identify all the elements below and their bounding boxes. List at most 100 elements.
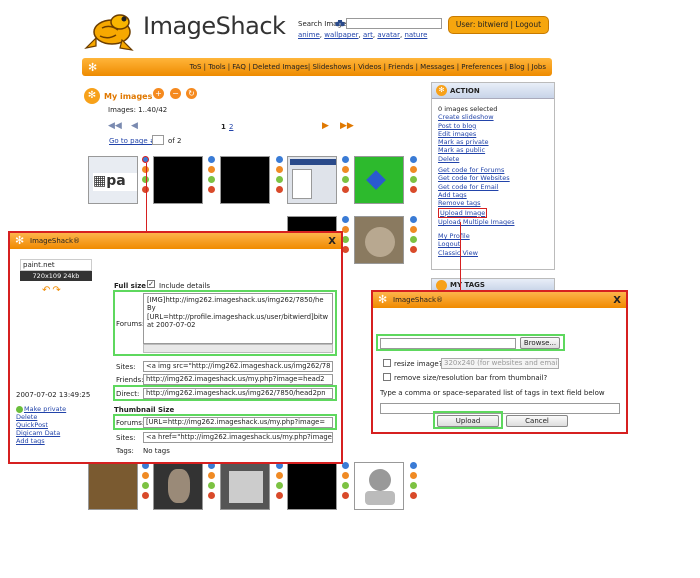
last-page-icon[interactable]: ▶▶ — [340, 121, 354, 131]
image-thumbnail[interactable] — [220, 462, 270, 510]
refresh-icon[interactable]: ↻ — [186, 88, 197, 99]
quickpost-link[interactable]: QuickPost — [16, 421, 66, 429]
file-path-input[interactable] — [380, 338, 516, 349]
make-private-link[interactable]: Make private — [24, 405, 66, 413]
next-page-icon[interactable]: ▶ — [322, 121, 329, 131]
remove-icon[interactable]: − — [170, 88, 181, 99]
rotate-icons[interactable]: ↶↷ — [42, 285, 63, 296]
preview-info: 720x109 24kb — [20, 271, 92, 281]
classic-view-link[interactable]: Classic View — [438, 249, 514, 257]
add-icon[interactable]: + — [153, 88, 164, 99]
user-logout-box[interactable]: User: bitwierd | Logout — [448, 16, 549, 34]
first-page-icon[interactable]: ◀◀ — [108, 121, 122, 131]
logout-link[interactable]: Logout — [438, 240, 514, 248]
dialog-title: ImageShack® — [30, 237, 80, 245]
action-edit-images[interactable]: Edit images — [438, 130, 514, 138]
action-code-email[interactable]: Get code for Email — [438, 183, 514, 191]
search-tag-nature[interactable]: nature — [404, 31, 427, 39]
image-count: Images: 1..40/42 — [108, 106, 168, 114]
remove-bar-checkbox[interactable] — [383, 373, 391, 381]
goto-page-label: Go to page # — [109, 137, 156, 145]
nav-links[interactable]: ToS | Tools | FAQ | Deleted Images| Slid… — [190, 63, 546, 71]
full-size-label: Full size — [114, 282, 147, 290]
thumbnail-actions[interactable] — [410, 216, 418, 256]
search-tag-avatar[interactable]: avatar — [377, 31, 400, 39]
upload-image-link[interactable]: Upload Image — [438, 207, 488, 218]
close-icon[interactable]: X — [613, 293, 621, 309]
prev-page-icon[interactable]: ◀ — [131, 121, 138, 131]
sites-code-field[interactable]: <a img src="http://img262.imageshack.us/… — [143, 361, 333, 372]
image-thumbnail[interactable] — [153, 462, 203, 510]
search-tag-wallpaper[interactable]: wallpaper — [324, 31, 358, 39]
thumbnail-actions[interactable] — [410, 462, 418, 502]
direct-link-field[interactable]: http://img262.imageshack.us/img262/7850/… — [143, 388, 333, 399]
forums-code-textarea[interactable]: [IMG]http://img262.imageshack.us/img262/… — [143, 293, 333, 344]
image-thumbnail[interactable] — [287, 462, 337, 510]
my-profile-link[interactable]: My Profile — [438, 232, 514, 240]
image-thumbnail[interactable] — [153, 156, 203, 204]
thumbnail-actions[interactable] — [342, 156, 350, 196]
thumb-forums-field[interactable]: [URL=http://img262.imageshack.us/my.php?… — [143, 417, 333, 428]
brand-name[interactable]: ImageShack — [143, 12, 286, 40]
thumbnail-actions[interactable] — [276, 462, 284, 502]
action-panel-title: ACTION — [450, 87, 480, 95]
resize-checkbox[interactable] — [383, 359, 391, 367]
page-total: of 2 — [168, 137, 182, 145]
action-add-tags[interactable]: Add tags — [438, 191, 514, 199]
action-code-forums[interactable]: Get code for Forums — [438, 166, 514, 174]
image-links: Make private Delete QuickPost Digicam Da… — [16, 405, 66, 445]
friends-label: Friends: — [116, 376, 144, 384]
thumbnail-actions[interactable] — [208, 462, 216, 502]
binoculars-icon[interactable] — [335, 19, 345, 27]
action-mark-private[interactable]: Mark as private — [438, 138, 514, 146]
thumbnail-actions[interactable] — [410, 156, 418, 196]
image-thumbnail[interactable]: ▦pa — [88, 156, 138, 204]
image-thumbnail[interactable] — [287, 156, 337, 204]
remove-bar-label: remove size/resolution bar from thumbnai… — [394, 374, 548, 382]
thumbnail-actions[interactable] — [142, 462, 150, 502]
page-2-link[interactable]: 2 — [229, 123, 233, 131]
dialog-title-bar: ✻ ImageShack® X — [373, 292, 626, 308]
goto-page-input[interactable] — [152, 135, 164, 145]
top-nav-bar: ✻ ToS | Tools | FAQ | Deleted Images| Sl… — [82, 58, 552, 76]
horizontal-scrollbar[interactable] — [143, 344, 333, 353]
preview-thumbnail[interactable]: paint.net — [20, 259, 92, 271]
upload-multiple-link[interactable]: Upload Multiple Images — [438, 218, 514, 226]
action-mark-public[interactable]: Mark as public — [438, 146, 514, 154]
browse-button[interactable]: Browse... — [520, 337, 560, 349]
image-thumbnail[interactable] — [354, 462, 404, 510]
upload-button[interactable]: Upload — [437, 415, 499, 427]
image-thumbnail[interactable] — [354, 156, 404, 204]
resize-label: resize image? — [394, 360, 443, 368]
star-icon: ✻ — [436, 85, 447, 96]
friends-link-field[interactable]: http://img262.imageshack.us/my.php?image… — [143, 374, 333, 385]
digicam-data-link[interactable]: Digicam Data — [16, 429, 66, 437]
search-tag-anime[interactable]: anime — [298, 31, 320, 39]
close-icon[interactable]: X — [328, 234, 336, 250]
add-tags-link[interactable]: Add tags — [16, 437, 66, 445]
action-code-websites[interactable]: Get code for Websites — [438, 174, 514, 182]
action-post-to-blog[interactable]: Post to blog — [438, 122, 514, 130]
action-panel: ✻ ACTION 0 images selected Create slides… — [431, 82, 555, 270]
thumbnail-size-label: Thumbnail Size — [114, 406, 175, 414]
cancel-button[interactable]: Cancel — [506, 415, 568, 427]
image-thumbnail[interactable] — [354, 216, 404, 264]
upload-image-dialog: ✻ ImageShack® X Browse... resize image? … — [371, 290, 628, 434]
image-thumbnail[interactable] — [220, 156, 270, 204]
thumbnail-actions[interactable] — [342, 216, 350, 256]
resize-select[interactable]: 320x240 (for websites and email) — [441, 358, 559, 369]
search-tag-art[interactable]: art — [363, 31, 373, 39]
thumbnail-actions[interactable] — [276, 156, 284, 196]
action-remove-tags[interactable]: Remove tags — [438, 199, 514, 207]
search-input[interactable] — [346, 18, 442, 29]
lock-icon — [16, 405, 23, 413]
delete-link[interactable]: Delete — [16, 413, 66, 421]
thumbnail-actions[interactable] — [208, 156, 216, 196]
action-delete[interactable]: Delete — [438, 155, 514, 163]
image-thumbnail[interactable] — [88, 462, 138, 510]
include-details-checkbox[interactable]: ✓ — [147, 280, 155, 288]
include-details-label: Include details — [159, 282, 211, 290]
action-create-slideshow[interactable]: Create slideshow — [438, 113, 514, 121]
thumbnail-actions[interactable] — [342, 462, 350, 502]
thumb-sites-field[interactable]: <a href="http://img262.imageshack.us/my.… — [143, 432, 333, 443]
